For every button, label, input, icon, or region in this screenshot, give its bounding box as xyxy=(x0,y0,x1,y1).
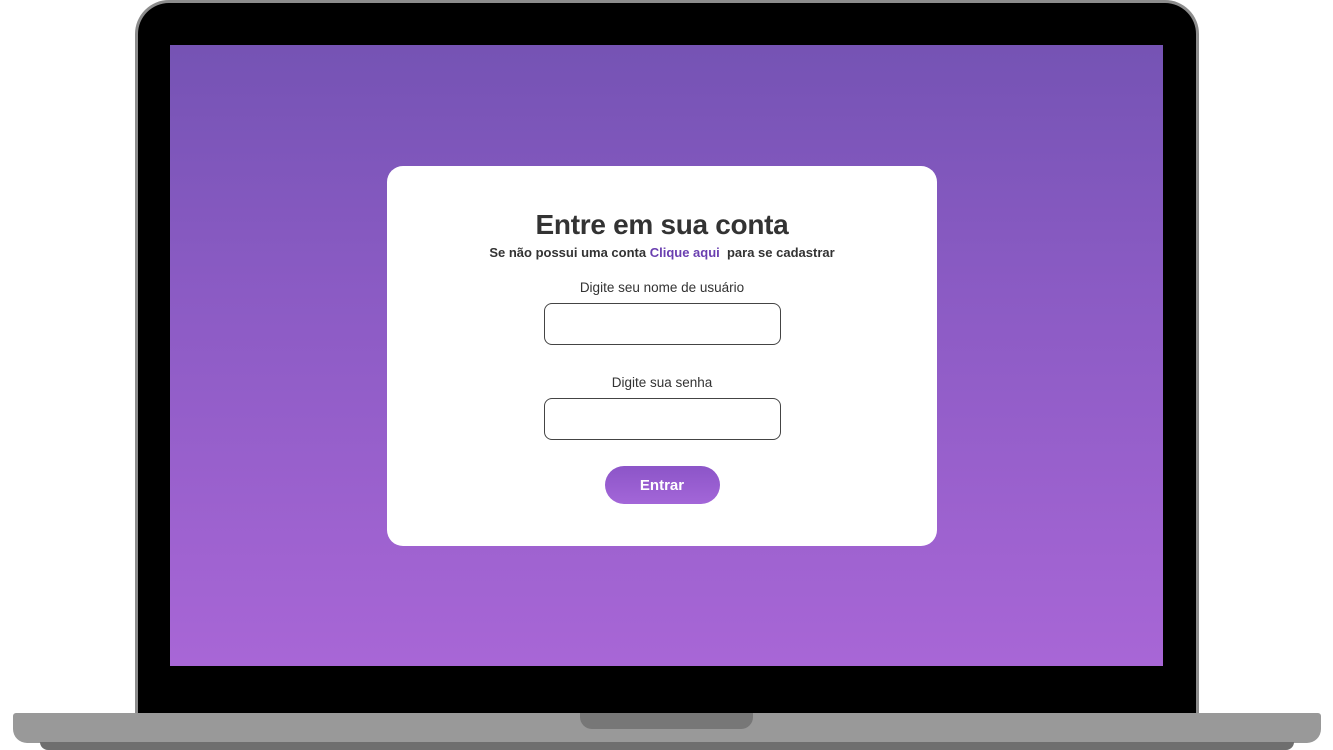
password-label: Digite sua senha xyxy=(611,375,713,390)
page-title: Entre em sua conta xyxy=(535,209,789,240)
username-input[interactable] xyxy=(543,303,781,345)
laptop-notch xyxy=(580,713,753,729)
laptop-base-shadow xyxy=(40,742,1294,750)
signup-prompt: Se não possui uma conta Clique aqui para… xyxy=(387,245,937,260)
laptop-screen: Entre em sua conta Se não possui uma con… xyxy=(170,45,1163,666)
signup-prompt-suffix: para se cadastrar xyxy=(719,245,835,260)
signup-prompt-prefix: Se não possui uma conta xyxy=(489,245,650,260)
login-card: Entre em sua conta Se não possui uma con… xyxy=(387,166,937,546)
signup-link[interactable]: Clique aqui xyxy=(650,245,720,260)
username-label: Digite seu nome de usuário xyxy=(579,280,745,295)
login-button[interactable]: Entrar xyxy=(604,466,720,504)
password-input[interactable] xyxy=(543,398,781,440)
